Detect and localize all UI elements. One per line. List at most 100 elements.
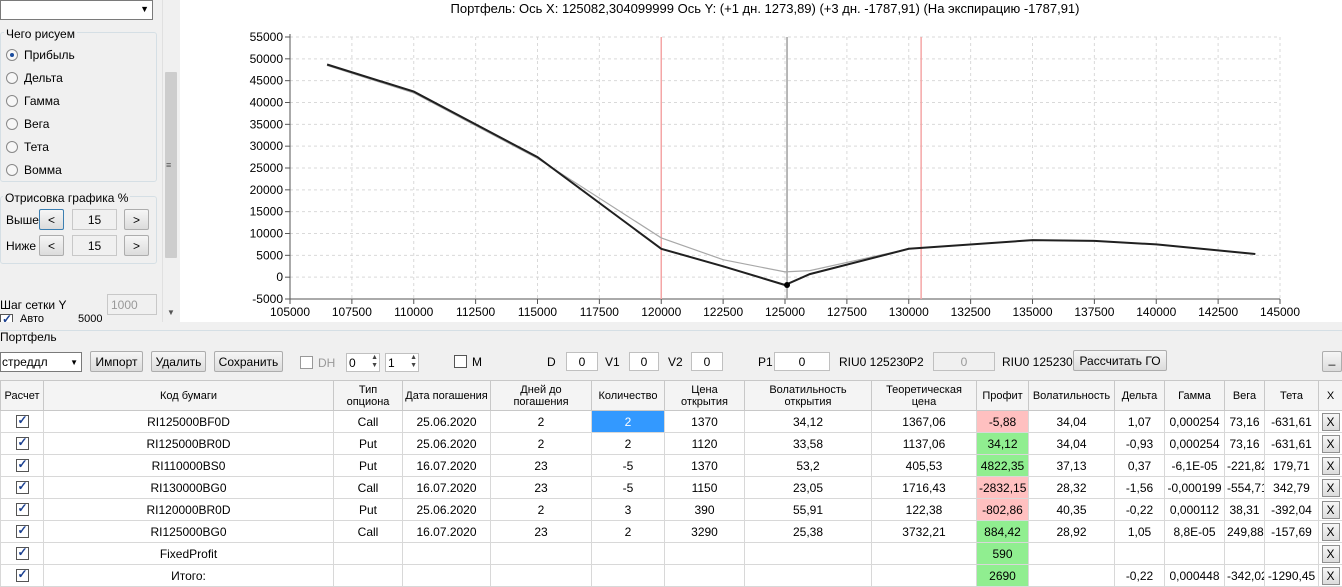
cell-type[interactable]: Call [334, 477, 403, 499]
cell-vol[interactable]: 37,13 [1029, 455, 1115, 477]
column-header[interactable]: Дельта [1115, 381, 1165, 411]
cell-type[interactable]: Put [334, 455, 403, 477]
column-header[interactable]: Цена открытия [665, 381, 745, 411]
cell-delta[interactable]: 1,05 [1115, 521, 1165, 543]
radio-icon[interactable] [6, 141, 18, 153]
cell-profit[interactable]: 590 [977, 543, 1029, 565]
cell-theo[interactable]: 1716,43 [872, 477, 977, 499]
cell-date[interactable]: 25.06.2020 [403, 499, 491, 521]
cell-code[interactable]: RI125000BG0 [44, 521, 334, 543]
cell-vega[interactable]: 73,16 [1225, 433, 1265, 455]
cell-qty[interactable]: 3 [592, 499, 665, 521]
above-decrease-button[interactable]: < [39, 209, 64, 230]
calculate-go-button[interactable]: Рассчитать ГО [1073, 350, 1167, 371]
v1-field[interactable]: 0 [629, 352, 659, 371]
cell-code[interactable]: Итого: [44, 565, 334, 587]
below-value-field[interactable]: 15 [72, 235, 117, 256]
cell-theta[interactable]: -631,61 [1265, 411, 1319, 433]
cell-days[interactable]: 23 [491, 477, 592, 499]
cell-qty[interactable] [592, 565, 665, 587]
cell-code[interactable]: FixedProfit [44, 543, 334, 565]
remove-row-button[interactable]: X [1322, 479, 1340, 497]
cell-date[interactable] [403, 543, 491, 565]
calc-checkbox-cell[interactable] [1, 455, 44, 477]
spinner-arrows-icon[interactable]: ▲▼ [410, 354, 417, 370]
cell-date[interactable]: 25.06.2020 [403, 433, 491, 455]
cell-price[interactable]: 390 [665, 499, 745, 521]
scroll-down-icon[interactable]: ▼ [167, 308, 175, 317]
cell-vol-open[interactable]: 33,58 [745, 433, 872, 455]
column-header[interactable]: Дата погашения [403, 381, 491, 411]
cell-theta[interactable]: 342,79 [1265, 477, 1319, 499]
cell-date[interactable]: 16.07.2020 [403, 455, 491, 477]
cell-code[interactable]: RI110000BS0 [44, 455, 334, 477]
cell-gamma[interactable]: 0,000112 [1165, 499, 1225, 521]
cell-delta[interactable]: -0,22 [1115, 565, 1165, 587]
column-header[interactable]: Вега [1225, 381, 1265, 411]
cell-delta[interactable]: -0,93 [1115, 433, 1165, 455]
calc-checkbox-cell[interactable] [1, 499, 44, 521]
minimize-button[interactable]: _ [1322, 351, 1342, 372]
calc-checkbox[interactable] [16, 525, 29, 538]
cell-vol-open[interactable]: 25,38 [745, 521, 872, 543]
chart-type-dropdown[interactable]: ▼ [0, 0, 153, 20]
dh-checkbox[interactable] [300, 356, 313, 369]
cell-type[interactable]: Call [334, 411, 403, 433]
cell-vega[interactable]: 73,16 [1225, 411, 1265, 433]
cell-vega[interactable]: 38,31 [1225, 499, 1265, 521]
column-header[interactable]: Профит [977, 381, 1029, 411]
cell-profit[interactable]: -802,86 [977, 499, 1029, 521]
column-header[interactable]: Теоретическая цена [872, 381, 977, 411]
calc-checkbox-cell[interactable] [1, 477, 44, 499]
dh-spinner-1[interactable]: 0▲▼ [346, 353, 380, 372]
left-panel-scrollbar[interactable]: ≡ ▼ [162, 0, 178, 322]
v2-field[interactable]: 0 [691, 352, 723, 371]
calc-checkbox[interactable] [16, 481, 29, 494]
column-header[interactable]: Код бумаги [44, 381, 334, 411]
cell-vega[interactable]: -221,82 [1225, 455, 1265, 477]
cell-delta[interactable]: -1,56 [1115, 477, 1165, 499]
cell-gamma[interactable]: 0,000448 [1165, 565, 1225, 587]
radio-gamma[interactable]: Гамма [6, 93, 60, 109]
cell-code[interactable]: RI125000BR0D [44, 433, 334, 455]
table-row[interactable]: RI125000BG0Call16.07.2020232329025,38373… [1, 521, 1342, 543]
cell-qty[interactable]: -5 [592, 455, 665, 477]
cell-delta[interactable]: -0,22 [1115, 499, 1165, 521]
cell-date[interactable]: 25.06.2020 [403, 411, 491, 433]
cell-delta[interactable]: 0,37 [1115, 455, 1165, 477]
calc-checkbox-cell[interactable] [1, 433, 44, 455]
p1-field[interactable]: 0 [774, 352, 830, 371]
radio-vega[interactable]: Вега [6, 116, 49, 132]
cell-date[interactable]: 16.07.2020 [403, 521, 491, 543]
calc-checkbox-cell[interactable] [1, 543, 44, 565]
cell-price[interactable]: 3290 [665, 521, 745, 543]
spinner-arrows-icon[interactable]: ▲▼ [371, 354, 378, 370]
cell-theo[interactable] [872, 543, 977, 565]
column-header[interactable]: X [1319, 381, 1342, 411]
cell-gamma[interactable]: 0,000254 [1165, 433, 1225, 455]
p2-field[interactable]: 0 [933, 352, 995, 371]
remove-row-button[interactable]: X [1322, 567, 1340, 585]
radio-theta[interactable]: Тета [6, 139, 49, 155]
cell-delta[interactable]: 1,07 [1115, 411, 1165, 433]
calc-checkbox[interactable] [16, 437, 29, 450]
cell-gamma[interactable] [1165, 543, 1225, 565]
cell-vol-open[interactable]: 23,05 [745, 477, 872, 499]
cell-theo[interactable]: 122,38 [872, 499, 977, 521]
cell-type[interactable]: Put [334, 499, 403, 521]
radio-icon[interactable] [6, 164, 18, 176]
cell-vega[interactable] [1225, 543, 1265, 565]
radio-profit[interactable]: Прибыль [6, 47, 75, 63]
cell-price[interactable]: 1120 [665, 433, 745, 455]
cell-vol[interactable] [1029, 565, 1115, 587]
delete-button[interactable]: Удалить [151, 351, 206, 372]
radio-icon[interactable] [6, 49, 18, 61]
cell-theo[interactable]: 405,53 [872, 455, 977, 477]
d-field[interactable]: 0 [566, 352, 598, 371]
cell-days[interactable]: 23 [491, 521, 592, 543]
cell-profit[interactable]: 34,12 [977, 433, 1029, 455]
cell-price[interactable]: 1370 [665, 455, 745, 477]
cell-theo[interactable]: 3732,21 [872, 521, 977, 543]
cell-theta[interactable]: -392,04 [1265, 499, 1319, 521]
below-increase-button[interactable]: > [124, 235, 149, 256]
